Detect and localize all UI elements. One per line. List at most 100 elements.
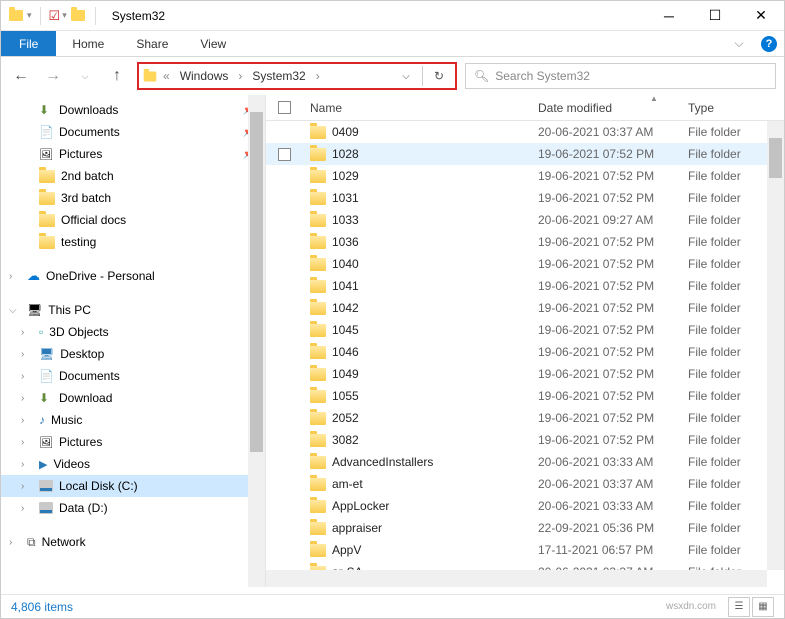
tree-documents[interactable]: Documents📌 xyxy=(1,121,265,143)
file-row[interactable]: 0409 20-06-2021 03:37 AM File folder xyxy=(266,121,784,143)
tree-music[interactable]: ›Music xyxy=(1,409,265,431)
view-details-button[interactable]: ☰ xyxy=(728,597,750,617)
nav-forward-button[interactable]: → xyxy=(41,64,65,88)
file-name: 1033 xyxy=(332,213,359,227)
tree-desktop[interactable]: ›Desktop xyxy=(1,343,265,365)
file-row[interactable]: AppV 17-11-2021 06:57 PM File folder xyxy=(266,539,784,561)
file-date: 19-06-2021 07:52 PM xyxy=(538,345,688,359)
nav-recent-icon[interactable]: ⌵ xyxy=(73,64,97,88)
qat-dropdown2-icon[interactable]: ▾ xyxy=(62,10,67,21)
select-all-checkbox[interactable] xyxy=(278,101,291,114)
chevron-right-icon[interactable]: › xyxy=(236,69,244,83)
help-button[interactable]: ? xyxy=(754,31,784,56)
file-row[interactable]: 1045 19-06-2021 07:52 PM File folder xyxy=(266,319,784,341)
tree-downloads2[interactable]: ›Download xyxy=(1,387,265,409)
folder-icon xyxy=(39,170,55,183)
tree-documents2[interactable]: ›Documents xyxy=(1,365,265,387)
file-row[interactable]: 1033 20-06-2021 09:27 AM File folder xyxy=(266,209,784,231)
file-row[interactable]: AdvancedInstallers 20-06-2021 03:33 AM F… xyxy=(266,451,784,473)
chevron-right-icon[interactable]: › xyxy=(314,69,322,83)
file-row[interactable]: 1055 19-06-2021 07:52 PM File folder xyxy=(266,385,784,407)
tree-official-docs[interactable]: Official docs xyxy=(1,209,265,231)
file-row[interactable]: 1040 19-06-2021 07:52 PM File folder xyxy=(266,253,784,275)
3dobjects-icon xyxy=(39,325,43,339)
folder-icon xyxy=(310,500,326,513)
download-icon xyxy=(39,391,53,405)
tree-this-pc[interactable]: ⌵This PC xyxy=(1,299,265,321)
view-tab[interactable]: View xyxy=(184,31,242,56)
nav-back-button[interactable]: ← xyxy=(9,64,33,88)
file-row[interactable]: 1036 19-06-2021 07:52 PM File folder xyxy=(266,231,784,253)
breadcrumb-overflow-icon[interactable]: « xyxy=(161,69,172,83)
nav-up-button[interactable]: ↑ xyxy=(105,64,129,88)
qat-folder-icon[interactable] xyxy=(69,7,87,25)
tree-videos[interactable]: ›Videos xyxy=(1,453,265,475)
file-row[interactable]: 3082 19-06-2021 07:52 PM File folder xyxy=(266,429,784,451)
tree-3rd-batch[interactable]: 3rd batch xyxy=(1,187,265,209)
row-checkbox[interactable] xyxy=(278,148,291,161)
folder-icon xyxy=(310,280,326,293)
file-row[interactable]: 1028 19-06-2021 07:52 PM File folder xyxy=(266,143,784,165)
file-date: 19-06-2021 07:52 PM xyxy=(538,301,688,315)
video-icon xyxy=(39,457,47,471)
file-row[interactable]: 1049 19-06-2021 07:52 PM File folder xyxy=(266,363,784,385)
cloud-icon xyxy=(27,268,40,284)
file-row[interactable]: appraiser 22-09-2021 05:36 PM File folde… xyxy=(266,517,784,539)
file-date: 19-06-2021 07:52 PM xyxy=(538,235,688,249)
address-dropdown-icon[interactable]: ⌵ xyxy=(394,64,418,88)
tree-data-d[interactable]: ›Data (D:) xyxy=(1,497,265,519)
tree-2nd-batch[interactable]: 2nd batch xyxy=(1,165,265,187)
file-tab[interactable]: File xyxy=(1,31,56,56)
address-bar[interactable]: « Windows › System32 › ⌵ ↻ xyxy=(137,62,457,90)
column-name[interactable]: Name▲ xyxy=(302,101,538,115)
folder-icon xyxy=(310,368,326,381)
tree-3d-objects[interactable]: ›3D Objects xyxy=(1,321,265,343)
file-row[interactable]: AppLocker 20-06-2021 03:33 AM File folde… xyxy=(266,495,784,517)
minimize-button[interactable]: ─ xyxy=(646,1,692,31)
file-name: appraiser xyxy=(332,521,382,535)
file-name: 1055 xyxy=(332,389,359,403)
file-name: AdvancedInstallers xyxy=(332,455,433,469)
file-date: 19-06-2021 07:52 PM xyxy=(538,279,688,293)
file-date: 20-06-2021 03:37 AM xyxy=(538,477,688,491)
file-row[interactable]: 1042 19-06-2021 07:52 PM File folder xyxy=(266,297,784,319)
qat-dropdown-icon[interactable]: ▾ xyxy=(27,10,32,21)
file-row[interactable]: 1041 19-06-2021 07:52 PM File folder xyxy=(266,275,784,297)
breadcrumb-system32[interactable]: System32 xyxy=(248,69,309,83)
folder-icon xyxy=(310,170,326,183)
column-date[interactable]: Date modified xyxy=(538,101,688,115)
file-date: 19-06-2021 07:52 PM xyxy=(538,147,688,161)
close-button[interactable]: ✕ xyxy=(738,1,784,31)
tree-pictures[interactable]: Pictures📌 xyxy=(1,143,265,165)
column-type[interactable]: Type xyxy=(688,101,784,115)
breadcrumb-windows[interactable]: Windows xyxy=(176,69,233,83)
file-date: 19-06-2021 07:52 PM xyxy=(538,411,688,425)
file-date: 19-06-2021 07:52 PM xyxy=(538,191,688,205)
file-name: 1042 xyxy=(332,301,359,315)
tree-downloads[interactable]: Downloads📌 xyxy=(1,99,265,121)
qat-properties-icon[interactable]: ☑ xyxy=(49,8,61,24)
tree-onedrive[interactable]: ›OneDrive - Personal xyxy=(1,265,265,287)
music-icon xyxy=(39,413,45,427)
tree-testing[interactable]: testing xyxy=(1,231,265,253)
search-input[interactable]: 🔍︎ Search System32 xyxy=(465,63,776,89)
ribbon-expand-icon[interactable]: ⌵ xyxy=(724,31,754,56)
file-name: 0409 xyxy=(332,125,359,139)
view-large-button[interactable]: ▦ xyxy=(752,597,774,617)
maximize-button[interactable]: ☐ xyxy=(692,1,738,31)
tree-scrollbar[interactable] xyxy=(248,95,265,587)
tree-pictures2[interactable]: ›Pictures xyxy=(1,431,265,453)
file-row[interactable]: 1031 19-06-2021 07:52 PM File folder xyxy=(266,187,784,209)
file-row[interactable]: am-et 20-06-2021 03:37 AM File folder xyxy=(266,473,784,495)
file-hscrollbar[interactable] xyxy=(266,570,767,587)
file-row[interactable]: 1029 19-06-2021 07:52 PM File folder xyxy=(266,165,784,187)
tree-network[interactable]: ›Network xyxy=(1,531,265,553)
file-row[interactable]: 2052 19-06-2021 07:52 PM File folder xyxy=(266,407,784,429)
tree-local-disk-c[interactable]: ›Local Disk (C:) xyxy=(1,475,265,497)
home-tab[interactable]: Home xyxy=(56,31,120,56)
file-list: Name▲ Date modified Type 0409 20-06-2021… xyxy=(266,95,784,587)
refresh-button[interactable]: ↻ xyxy=(427,64,451,88)
file-row[interactable]: 1046 19-06-2021 07:52 PM File folder xyxy=(266,341,784,363)
file-vscrollbar[interactable] xyxy=(767,121,784,570)
share-tab[interactable]: Share xyxy=(120,31,184,56)
